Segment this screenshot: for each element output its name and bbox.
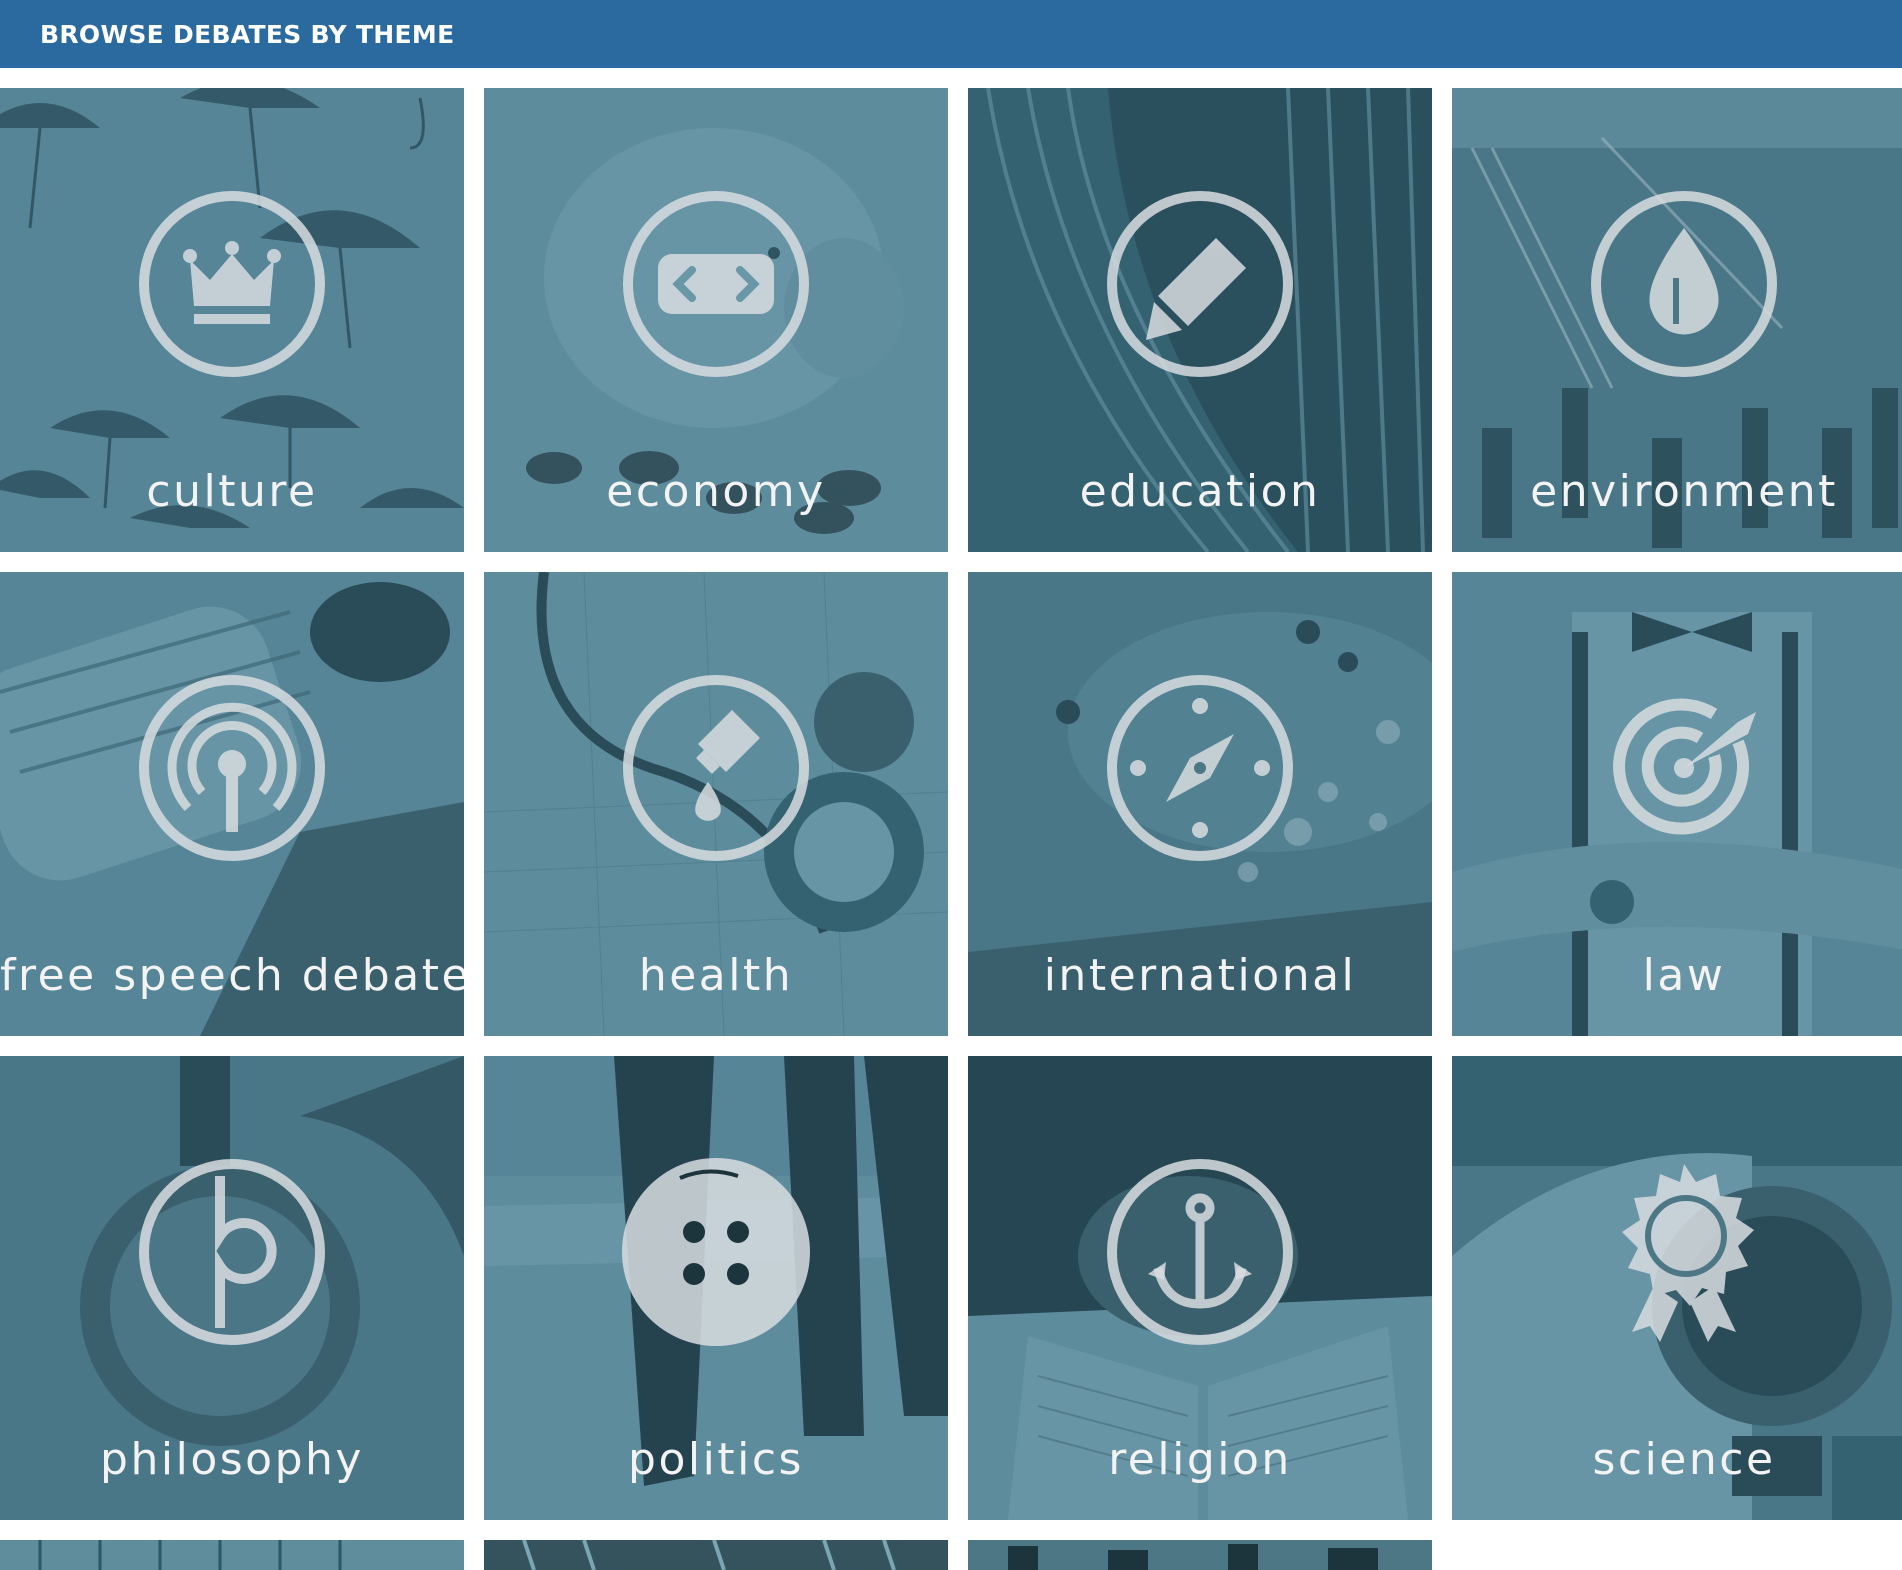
water-drop-icon: [1588, 188, 1780, 380]
theme-tile-health[interactable]: health: [484, 572, 948, 1036]
theme-label: philosophy: [100, 1434, 364, 1485]
dropper-icon: [620, 672, 812, 864]
page-header: BROWSE DEBATES BY THEME: [0, 0, 1902, 68]
theme-tile-science[interactable]: science: [1452, 1056, 1902, 1520]
theme-tile-international[interactable]: international: [968, 572, 1432, 1036]
theme-tile-free-speech-debate[interactable]: free speech debate: [0, 572, 464, 1036]
theme-label: health: [638, 950, 794, 1001]
theme-label: free speech debate: [0, 950, 464, 1001]
anchor-icon: [1104, 1156, 1296, 1348]
target-icon: [1588, 672, 1780, 864]
award-badge-icon: [1588, 1156, 1780, 1348]
theme-label: international: [1043, 950, 1357, 1001]
theme-tile-philosophy[interactable]: philosophy: [0, 1056, 464, 1520]
theme-tile-environment[interactable]: environment: [1452, 88, 1902, 552]
theme-tile-education[interactable]: education: [968, 88, 1432, 552]
theme-label: religion: [1108, 1434, 1292, 1485]
theme-tile-politics[interactable]: politics: [484, 1056, 948, 1520]
pencil-icon: [1104, 188, 1296, 380]
broadcast-icon: [136, 672, 328, 864]
theme-label: environment: [1530, 466, 1838, 517]
dots-icon: [620, 1156, 812, 1348]
theme-tile-law[interactable]: law: [1452, 572, 1902, 1036]
theme-label: education: [1079, 466, 1321, 517]
philosophy-symbol-icon: [136, 1156, 328, 1348]
code-brackets-icon: [620, 188, 812, 380]
theme-tile-partial[interactable]: [0, 1540, 464, 1570]
crown-icon: [136, 188, 328, 380]
theme-tile-economy[interactable]: economy: [484, 88, 948, 552]
compass-icon: [1104, 672, 1296, 864]
theme-label: economy: [606, 466, 826, 517]
theme-tile-partial[interactable]: [484, 1540, 948, 1570]
theme-label: culture: [146, 466, 318, 517]
theme-label: politics: [628, 1434, 804, 1485]
section-title: BROWSE DEBATES BY THEME: [40, 19, 455, 49]
theme-grid: culture economy education environment fr…: [0, 88, 1902, 1570]
theme-label: law: [1642, 950, 1726, 1001]
theme-tile-religion[interactable]: religion: [968, 1056, 1432, 1520]
theme-tile-partial[interactable]: [968, 1540, 1432, 1570]
theme-tile-culture[interactable]: culture: [0, 88, 464, 552]
theme-label: science: [1592, 1434, 1776, 1485]
